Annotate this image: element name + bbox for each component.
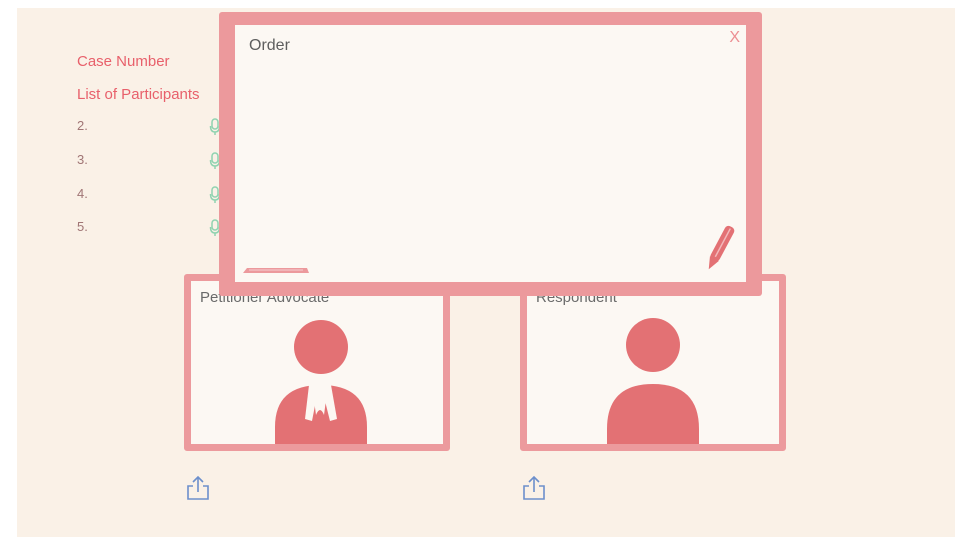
- upload-icon[interactable]: [520, 474, 548, 502]
- modal-title: Order: [249, 37, 290, 54]
- participants-title: List of Participants: [77, 86, 200, 103]
- participant-number: 3.: [77, 152, 88, 167]
- order-modal: Order X: [219, 12, 762, 296]
- order-content-area[interactable]: Order X: [235, 25, 746, 282]
- participant-number: 2.: [77, 118, 88, 133]
- close-button[interactable]: X: [729, 29, 740, 47]
- participant-number: 4.: [77, 186, 88, 201]
- case-number-label: Case Number: [77, 53, 170, 70]
- upload-icon[interactable]: [184, 474, 212, 502]
- pencil-tray-icon: [243, 268, 309, 273]
- pen-icon[interactable]: [700, 220, 740, 276]
- petitioner-advocate-panel[interactable]: Petitioner Advocate: [184, 274, 450, 451]
- respondent-panel[interactable]: Respondent: [520, 274, 786, 451]
- person-avatar-icon: [607, 318, 699, 444]
- participant-number: 5.: [77, 219, 88, 234]
- advocate-avatar-icon: [275, 320, 367, 444]
